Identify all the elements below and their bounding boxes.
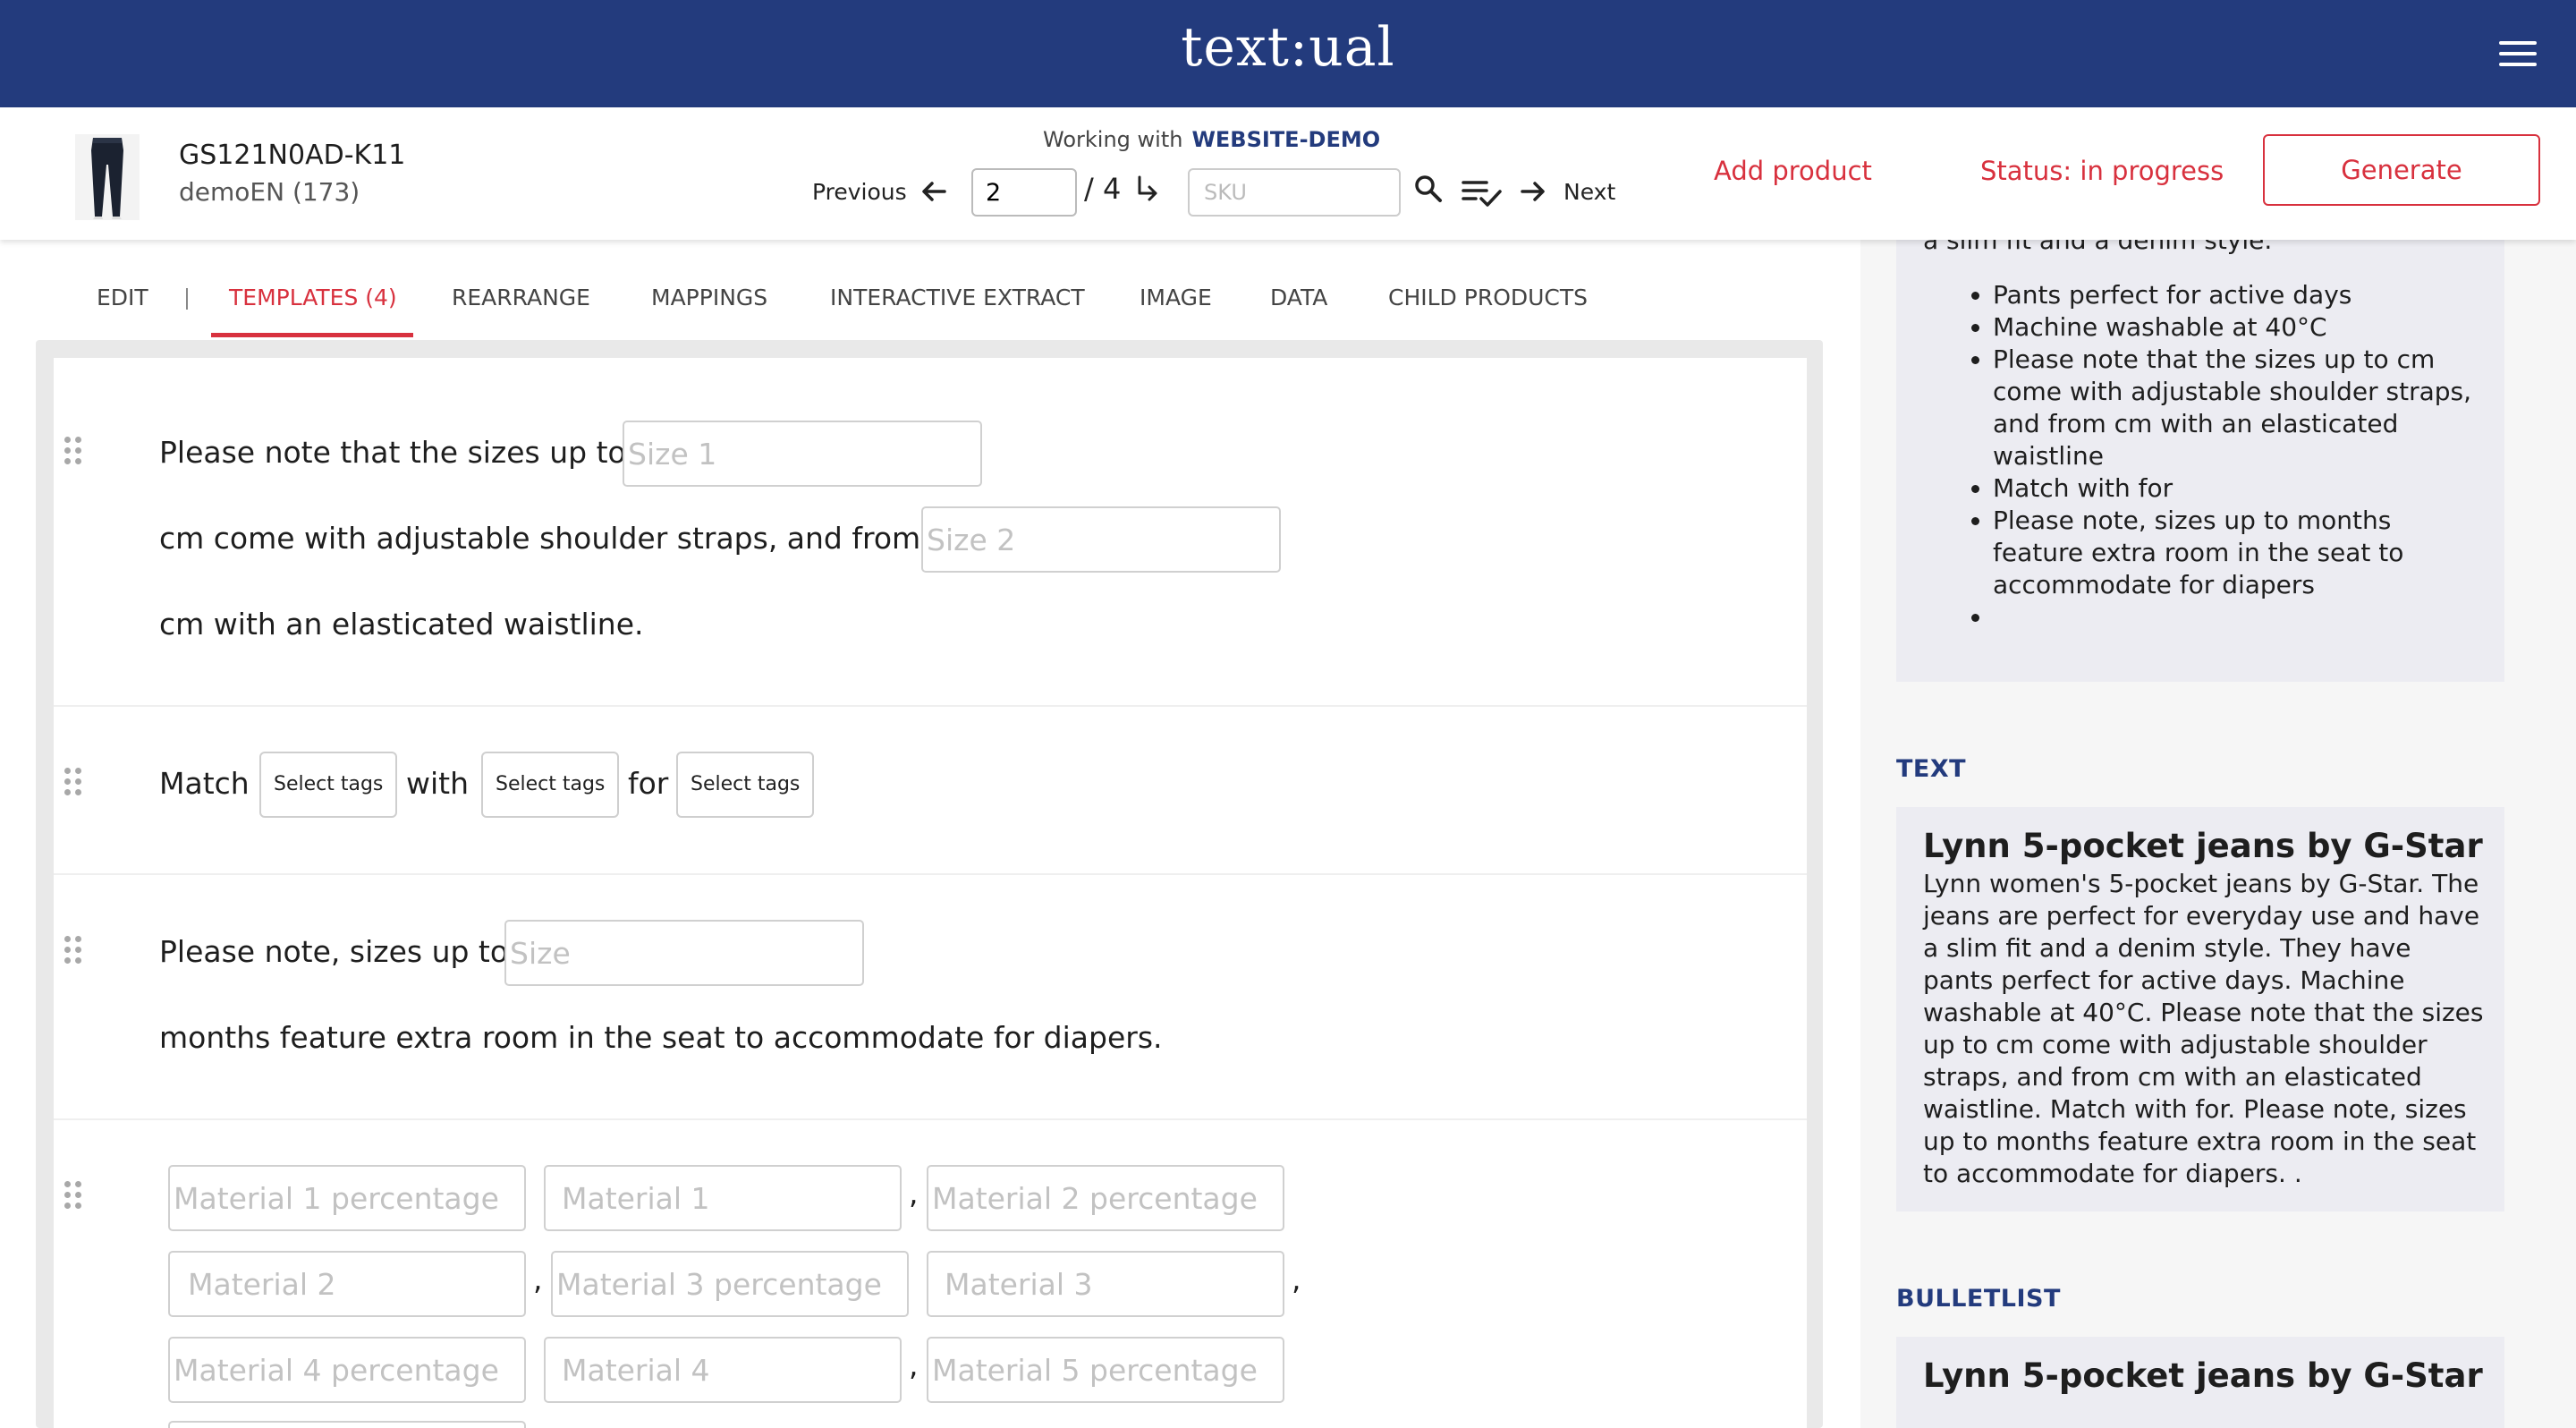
material-4-percentage-input[interactable] (168, 1337, 526, 1403)
preview-bullet-list: Pants perfect for active days Machine wa… (1923, 279, 2478, 633)
status-link[interactable]: Status: in progress (1980, 156, 2224, 186)
template-text: cm with an elasticated waistline. (159, 607, 644, 642)
material-3-input[interactable] (927, 1251, 1284, 1317)
app-logo[interactable]: text:ual (0, 16, 2576, 79)
preview-bullet-item: Match with for (1993, 472, 2478, 505)
page-total: / 4 (1084, 172, 1122, 206)
search-icon[interactable] (1413, 174, 1444, 208)
template-row: Please note, sizes up to months feature … (54, 875, 1807, 1120)
tab-mappings[interactable]: MAPPINGS (651, 285, 767, 310)
comma-separator: , (909, 1347, 919, 1382)
drag-handle-icon[interactable] (64, 936, 82, 965)
hamburger-menu-icon[interactable] (2499, 41, 2537, 66)
tab-rearrange[interactable]: REARRANGE (452, 285, 590, 310)
add-product-link[interactable]: Add product (1714, 156, 1872, 186)
product-header: GS121N0AD-K11 demoEN (173) Working with W… (0, 107, 2576, 240)
tab-separator (186, 288, 188, 310)
preview-text-body: Lynn women's 5-pocket jeans by G-Star. T… (1923, 869, 2484, 1188)
tab-edit[interactable]: EDIT (97, 285, 148, 310)
material-5-percentage-input[interactable] (927, 1337, 1284, 1403)
material-1-percentage-input[interactable] (168, 1165, 526, 1231)
size-input[interactable] (504, 920, 864, 986)
product-subtitle: demoEN (173) (179, 177, 360, 207)
text-section-title: TEXT (1896, 755, 1967, 783)
product-sku: GS121N0AD-K11 (179, 140, 406, 171)
active-tab-indicator (211, 333, 413, 337)
tab-data[interactable]: DATA (1270, 285, 1327, 310)
template-text: months feature extra room in the seat to… (159, 1020, 1163, 1055)
template-text: Please note that the sizes up to (159, 435, 626, 470)
working-with: Working with WEBSITE-DEMO (1043, 127, 1380, 152)
material-5-input[interactable] (168, 1421, 526, 1428)
material-3-percentage-input[interactable] (551, 1251, 909, 1317)
select-tags-button[interactable]: Select tags (481, 752, 619, 818)
preview-bullet-item: Machine washable at 40°C (1993, 311, 2478, 344)
template-text: Please note, sizes up to (159, 934, 509, 969)
comma-separator: , (533, 1262, 543, 1296)
preview-text-heading: Lynn 5-pocket jeans by G-Star (1923, 827, 2483, 865)
arrow-left-icon[interactable] (918, 175, 950, 216)
preview-bullet-item: Pants perfect for active days (1993, 279, 2478, 311)
next-label[interactable]: Next (1563, 179, 1615, 205)
tab-templates[interactable]: TEMPLATES (4) (229, 285, 397, 310)
enter-return-icon[interactable] (1132, 174, 1161, 209)
drag-handle-icon[interactable] (64, 768, 82, 796)
preview-bullet-item: Please note, sizes up to months feature … (1993, 505, 2478, 601)
top-nav-bar: text:ual (0, 0, 2576, 107)
drag-handle-icon[interactable] (64, 1181, 82, 1210)
preview-bulletlist-heading: Lynn 5-pocket jeans by G-Star (1923, 1356, 2483, 1395)
drag-handle-icon[interactable] (64, 437, 82, 465)
material-2-input[interactable] (168, 1251, 526, 1317)
product-thumbnail (75, 134, 140, 220)
generate-button[interactable]: Generate (2263, 134, 2540, 206)
template-text: for (628, 766, 669, 801)
material-2-percentage-input[interactable] (927, 1165, 1284, 1231)
select-tags-button[interactable]: Select tags (676, 752, 814, 818)
arrow-right-icon[interactable] (1517, 175, 1549, 216)
template-row: Match Select tags with Select tags for S… (54, 707, 1807, 875)
comma-separator: , (909, 1176, 919, 1211)
preview-bullet-item (1993, 601, 2478, 633)
preview-bullet-item: Please note that the sizes up to cm come… (1993, 344, 2478, 472)
tab-interactive-extract[interactable]: INTERACTIVE EXTRACT (830, 285, 1085, 310)
working-with-value[interactable]: WEBSITE-DEMO (1191, 127, 1380, 152)
size-1-input[interactable] (623, 421, 982, 487)
material-4-input[interactable] (544, 1337, 902, 1403)
tab-image[interactable]: IMAGE (1140, 285, 1212, 310)
select-tags-button[interactable]: Select tags (259, 752, 397, 818)
page-number-input[interactable] (971, 168, 1077, 217)
material-1-input[interactable] (544, 1165, 902, 1231)
previous-label[interactable]: Previous (812, 179, 907, 205)
sku-search-input[interactable] (1188, 168, 1401, 217)
working-with-label: Working with (1043, 127, 1183, 152)
size-2-input[interactable] (921, 506, 1281, 573)
template-row: Please note that the sizes up to cm come… (54, 358, 1807, 707)
tab-child-products[interactable]: CHILD PRODUCTS (1388, 285, 1588, 310)
template-text: Match (159, 766, 250, 801)
checklist-icon[interactable] (1462, 177, 1503, 211)
comma-separator: , (1292, 1262, 1301, 1296)
template-text: cm come with adjustable shoulder straps,… (159, 521, 921, 556)
bulletlist-section-title: BULLETLIST (1896, 1285, 2061, 1313)
template-text: with (406, 766, 470, 801)
template-row: , , , , (54, 1120, 1807, 1428)
